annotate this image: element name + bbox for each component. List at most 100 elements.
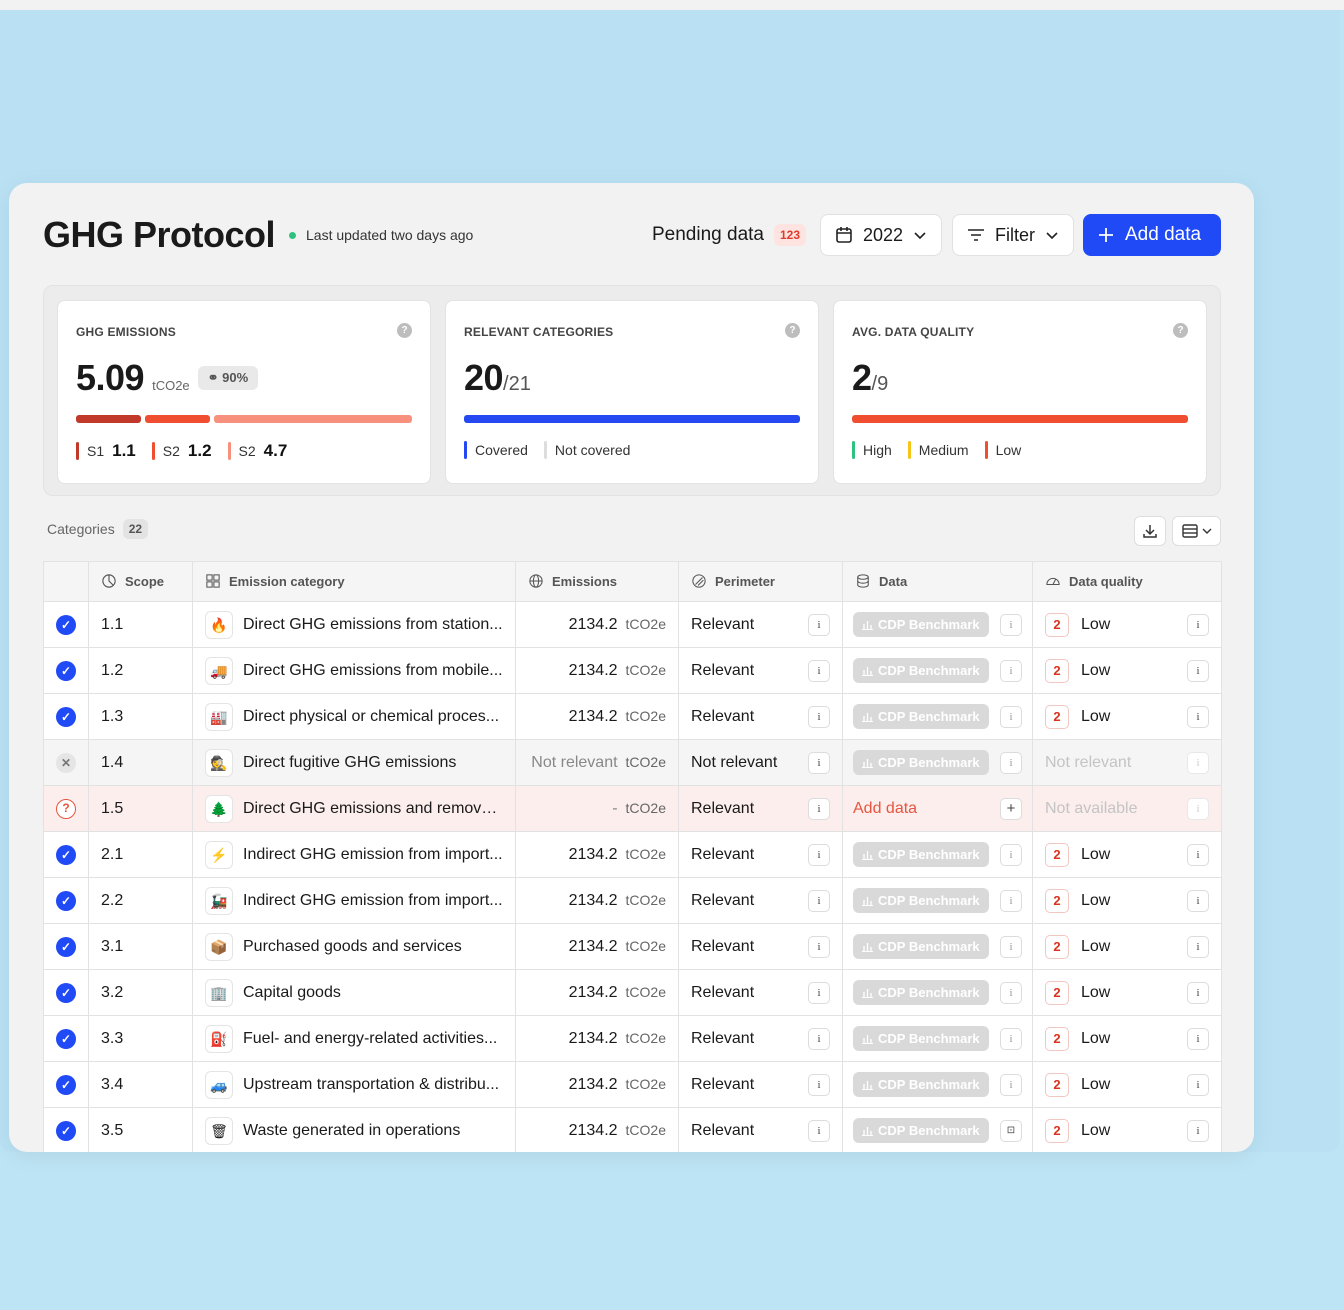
table-row[interactable]: ✓ 1.1 🔥 Direct GHG emissions from station..… [43,601,1222,648]
cdp-benchmark-badge[interactable]: CDP Benchmark [853,934,989,959]
info-icon[interactable]: i [808,1073,830,1096]
year-select[interactable]: 2022 [820,214,942,256]
cdp-benchmark-badge[interactable]: CDP Benchmark [853,980,989,1005]
info-icon[interactable]: i [1000,613,1022,636]
checkmark-icon[interactable]: ✓ [56,982,76,1003]
cdp-benchmark-badge[interactable]: CDP Benchmark [853,704,989,729]
info-icon[interactable]: i [1187,751,1209,774]
category-cell[interactable]: 🕵 Direct fugitive GHG emissions [192,739,516,786]
category-cell[interactable]: 🏭 Direct physical or chemical proces... [192,693,516,740]
row-status[interactable]: ✓ [43,969,89,1016]
checkmark-icon[interactable]: ✓ [56,936,76,957]
info-icon[interactable]: i [1000,1073,1022,1096]
cdp-benchmark-badge[interactable]: CDP Benchmark [853,658,989,683]
info-icon[interactable]: i [1000,1027,1022,1050]
row-status[interactable]: ✓ [43,601,89,648]
table-row[interactable]: ✓ 2.1 ⚡ Indirect GHG emission from import..… [43,831,1222,878]
row-status[interactable]: ✓ [43,831,89,878]
row-status[interactable]: ✓ [43,1061,89,1108]
pending-data[interactable]: Pending data 123 [652,213,807,257]
help-icon[interactable]: ? [1173,323,1188,338]
info-icon[interactable]: i [1187,843,1209,866]
col-perimeter[interactable]: Perimeter [678,561,843,602]
category-cell[interactable]: 🚙 Upstream transportation & distribu... [192,1061,516,1108]
col-category[interactable]: Emission category [192,561,516,602]
cdp-benchmark-badge[interactable]: CDP Benchmark [853,750,989,775]
row-status[interactable]: ✓ [43,923,89,970]
row-status[interactable]: ✓ [43,877,89,924]
col-quality[interactable]: Data quality [1032,561,1222,602]
checkmark-icon[interactable]: ✓ [56,614,76,635]
info-icon[interactable]: i [808,843,830,866]
table-row[interactable]: ✓ 1.3 🏭 Direct physical or chemical proces.… [43,693,1222,740]
info-icon[interactable]: i [808,797,830,820]
plus-icon[interactable]: + [1000,797,1022,820]
table-row[interactable]: ✕ 1.4 🕵 Direct fugitive GHG emissions Not re… [43,739,1222,786]
close-icon[interactable]: ✕ [56,752,76,773]
category-cell[interactable]: 🔥 Direct GHG emissions from station... [192,601,516,648]
row-status[interactable]: ✕ [43,739,89,786]
checkmark-icon[interactable]: ✓ [56,844,76,865]
question-icon[interactable]: ? [56,798,76,819]
category-cell[interactable]: ⚡ Indirect GHG emission from import... [192,831,516,878]
category-cell[interactable]: 🏢 Capital goods [192,969,516,1016]
checkmark-icon[interactable]: ✓ [56,1074,76,1095]
info-icon[interactable]: i [808,751,830,774]
row-status[interactable]: ✓ [43,1107,89,1152]
info-icon[interactable]: i [1000,705,1022,728]
view-options-button[interactable] [1172,516,1221,546]
row-status[interactable]: ? [43,785,89,832]
category-cell[interactable]: 🌲 Direct GHG emissions and removal... [192,785,516,832]
download-button[interactable] [1134,516,1166,546]
table-row[interactable]: ✓ 1.2 🚚 Direct GHG emissions from mobile...… [43,647,1222,694]
info-icon[interactable]: i [808,889,830,912]
table-row[interactable]: ✓ 2.2 🚂 Indirect GHG emission from import..… [43,877,1222,924]
add-data-link[interactable]: Add data [853,800,917,818]
info-icon[interactable]: i [1187,659,1209,682]
table-row[interactable]: ✓ 3.4 🚙 Upstream transportation & distribu.… [43,1061,1222,1108]
table-row[interactable]: ? 1.5 🌲 Direct GHG emissions and removal...… [43,785,1222,832]
expand-icon[interactable]: ⊡ [1000,1119,1022,1142]
info-icon[interactable]: i [1000,935,1022,958]
info-icon[interactable]: i [1187,797,1209,820]
info-icon[interactable]: i [808,1119,830,1142]
table-row[interactable]: ✓ 3.5 🗑 Waste generated in operations 2134.2… [43,1107,1222,1152]
col-emissions[interactable]: Emissions [515,561,679,602]
cdp-benchmark-badge[interactable]: CDP Benchmark [853,1026,989,1051]
info-icon[interactable]: i [808,935,830,958]
info-icon[interactable]: i [808,705,830,728]
col-data[interactable]: Data [842,561,1033,602]
info-icon[interactable]: i [1000,889,1022,912]
cdp-benchmark-badge[interactable]: CDP Benchmark [853,612,989,637]
info-icon[interactable]: i [1187,613,1209,636]
row-status[interactable]: ✓ [43,693,89,740]
cdp-benchmark-badge[interactable]: CDP Benchmark [853,842,989,867]
checkmark-icon[interactable]: ✓ [56,890,76,911]
cdp-benchmark-badge[interactable]: CDP Benchmark [853,1072,989,1097]
cdp-benchmark-badge[interactable]: CDP Benchmark [853,1118,989,1143]
info-icon[interactable]: i [808,613,830,636]
info-icon[interactable]: i [808,659,830,682]
info-icon[interactable]: i [1000,843,1022,866]
info-icon[interactable]: i [1187,1119,1209,1142]
category-cell[interactable]: ⛽ Fuel- and energy-related activities... [192,1015,516,1062]
info-icon[interactable]: i [1187,705,1209,728]
category-cell[interactable]: 🚚 Direct GHG emissions from mobile... [192,647,516,694]
category-cell[interactable]: 🗑 Waste generated in operations [192,1107,516,1152]
info-icon[interactable]: i [808,981,830,1004]
help-icon[interactable]: ? [397,323,412,338]
checkmark-icon[interactable]: ✓ [56,660,76,681]
info-icon[interactable]: i [1187,1073,1209,1096]
category-cell[interactable]: 📦 Purchased goods and services [192,923,516,970]
info-icon[interactable]: i [1187,981,1209,1004]
info-icon[interactable]: i [1000,659,1022,682]
cdp-benchmark-badge[interactable]: CDP Benchmark [853,888,989,913]
row-status[interactable]: ✓ [43,647,89,694]
info-icon[interactable]: i [1187,1027,1209,1050]
info-icon[interactable]: i [808,1027,830,1050]
add-data-button[interactable]: Add data [1083,214,1221,256]
category-cell[interactable]: 🚂 Indirect GHG emission from import... [192,877,516,924]
checkmark-icon[interactable]: ✓ [56,1120,76,1141]
info-icon[interactable]: i [1000,981,1022,1004]
table-row[interactable]: ✓ 3.3 ⛽ Fuel- and energy-related activities… [43,1015,1222,1062]
